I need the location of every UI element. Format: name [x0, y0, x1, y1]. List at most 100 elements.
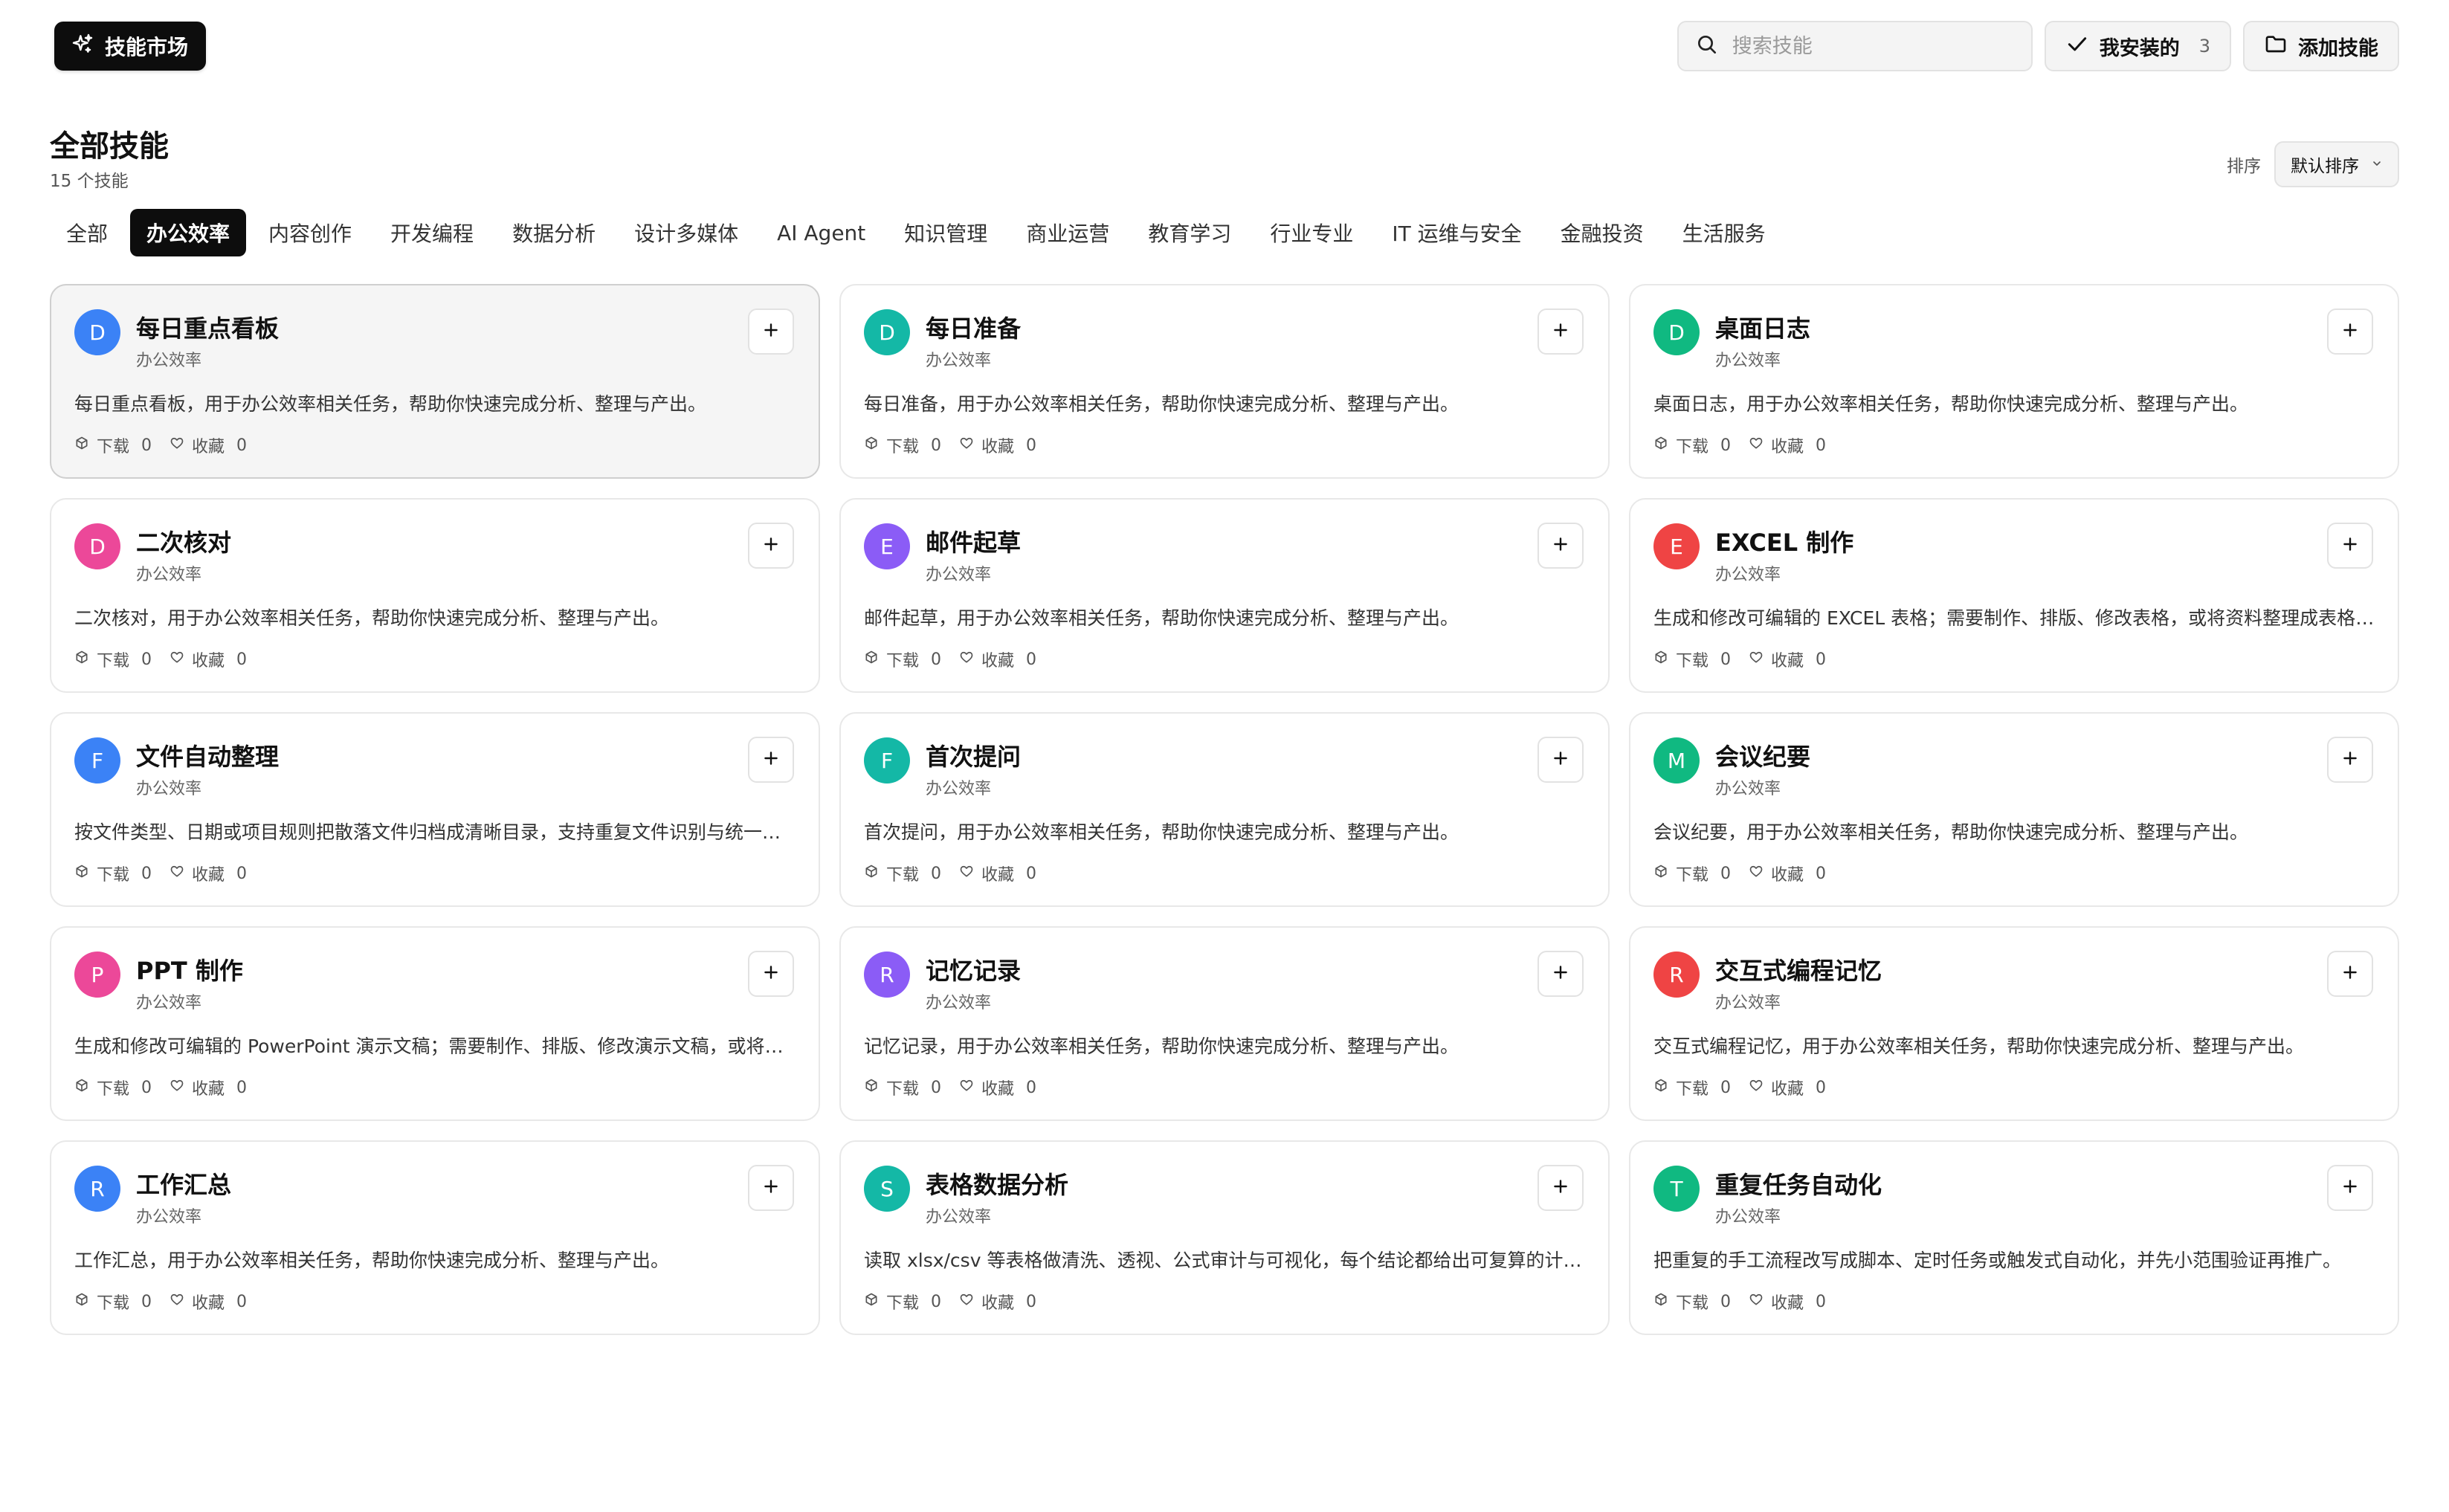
- skill-stats: 下载 0 收藏 0: [74, 862, 247, 885]
- sort-select[interactable]: 默认排序: [2274, 141, 2399, 187]
- my-installed-button[interactable]: 我安装的 3: [2044, 21, 2231, 71]
- plus-icon: [761, 963, 781, 985]
- skill-avatar: D: [864, 309, 910, 355]
- add-skill-card-button[interactable]: [2327, 308, 2373, 355]
- skill-category: 办公效率: [926, 566, 992, 584]
- download-label: 下载: [886, 866, 920, 885]
- add-skill-card-button[interactable]: [2327, 737, 2373, 783]
- download-stat: 下载 0: [74, 1076, 152, 1099]
- favorite-count: 0: [1026, 1078, 1037, 1097]
- skill-category: 办公效率: [1715, 994, 1781, 1012]
- plus-icon: [1551, 320, 1570, 343]
- package-icon: [1653, 1078, 1668, 1097]
- skill-card[interactable]: T 重复任务自动化 办公效率 把重复的手工流程改写成脚本、定时任务或触发式自动化，并先…: [1629, 1140, 2399, 1335]
- add-skill-card-button[interactable]: [748, 737, 794, 783]
- add-skill-card-button[interactable]: [748, 1165, 794, 1211]
- skill-card[interactable]: D 桌面日志 办公效率 桌面日志，用于办公效率相关任务，帮助你快速完成分析、整理与产出…: [1629, 284, 2399, 479]
- add-skill-card-button[interactable]: [2327, 523, 2373, 569]
- tab-10[interactable]: 行业专业: [1253, 209, 1369, 256]
- skill-card[interactable]: F 文件自动整理 办公效率 按文件类型、日期或项目规则把散落文件归档成清晰目录，支持重…: [50, 712, 820, 907]
- tab-11[interactable]: IT 运维与安全: [1375, 209, 1538, 256]
- tab-1[interactable]: 办公效率: [130, 209, 247, 256]
- add-skill-card-button[interactable]: [2327, 951, 2373, 997]
- add-skill-card-button[interactable]: [748, 951, 794, 997]
- package-icon: [1653, 436, 1668, 455]
- skill-card[interactable]: R 交互式编程记忆 办公效率 交互式编程记忆，用于办公效率相关任务，帮助你快速完成分析…: [1629, 926, 2399, 1121]
- tab-6[interactable]: AI Agent: [761, 209, 882, 256]
- skill-card[interactable]: D 每日重点看板 办公效率 每日重点看板，用于办公效率相关任务，帮助你快速完成分析、整…: [50, 284, 820, 479]
- skill-title: 每日准备: [926, 314, 1022, 343]
- favorite-label: 收藏: [192, 652, 225, 671]
- favorite-count: 0: [236, 864, 248, 883]
- heart-icon: [959, 1292, 974, 1311]
- skill-market-brand-button[interactable]: 技能市场: [54, 22, 207, 71]
- favorite-stat: 收藏 0: [170, 647, 247, 671]
- favorite-count: 0: [1026, 864, 1037, 883]
- add-skill-card-button[interactable]: [1538, 523, 1584, 569]
- heart-icon: [170, 1078, 184, 1097]
- skill-card[interactable]: D 每日准备 办公效率 每日准备，用于办公效率相关任务，帮助你快速完成分析、整理与产出…: [839, 284, 1610, 479]
- download-stat: 下载 0: [1653, 647, 1731, 671]
- tab-3[interactable]: 开发编程: [374, 209, 490, 256]
- skill-card[interactable]: D 二次核对 办公效率 二次核对，用于办公效率相关任务，帮助你快速完成分析、整理与产出…: [50, 498, 820, 693]
- skill-stats: 下载 0 收藏 0: [864, 433, 1036, 457]
- skill-title: 表格数据分析: [926, 1171, 1069, 1199]
- add-skill-card-button[interactable]: [2327, 1165, 2373, 1211]
- search-input[interactable]: [1730, 33, 2015, 59]
- download-stat: 下载 0: [1653, 433, 1731, 457]
- favorite-stat: 收藏 0: [1749, 862, 1826, 885]
- favorite-count: 0: [1026, 436, 1037, 455]
- favorite-count: 0: [1816, 864, 1827, 883]
- add-skill-button[interactable]: 添加技能: [2243, 21, 2399, 71]
- add-skill-card-button[interactable]: [748, 308, 794, 355]
- skill-card[interactable]: S 表格数据分析 办公效率 读取 xlsx/csv 等表格做清洗、透视、公式审计与可视…: [839, 1140, 1610, 1335]
- skill-avatar: S: [864, 1166, 910, 1212]
- skill-card[interactable]: R 工作汇总 办公效率 工作汇总，用于办公效率相关任务，帮助你快速完成分析、整理与产出…: [50, 1140, 820, 1335]
- skill-card[interactable]: P PPT 制作 办公效率 生成和修改可编辑的 PowerPoint 演示文稿；需要制…: [50, 926, 820, 1121]
- favorite-label: 收藏: [1771, 1080, 1804, 1099]
- skill-title: PPT 制作: [136, 957, 243, 985]
- download-label: 下载: [886, 438, 920, 456]
- add-skill-card-button[interactable]: [748, 523, 794, 569]
- skill-stats: 下载 0 收藏 0: [74, 647, 247, 671]
- skill-title: EXCEL 制作: [1715, 529, 1854, 557]
- tab-8[interactable]: 商业运营: [1010, 209, 1126, 256]
- skill-category: 办公效率: [136, 994, 202, 1012]
- search-box[interactable]: [1677, 21, 2033, 71]
- skill-description: 每日重点看板，用于办公效率相关任务，帮助你快速完成分析、整理与产出。: [74, 393, 707, 415]
- package-icon: [1653, 864, 1668, 883]
- favorite-stat: 收藏 0: [959, 1076, 1036, 1099]
- plus-icon: [761, 749, 781, 771]
- favorite-stat: 收藏 0: [1749, 647, 1826, 671]
- favorite-count: 0: [236, 1078, 248, 1097]
- favorite-label: 收藏: [192, 866, 225, 885]
- skill-card[interactable]: R 记忆记录 办公效率 记忆记录，用于办公效率相关任务，帮助你快速完成分析、整理与产出…: [839, 926, 1610, 1121]
- plus-icon: [2340, 749, 2360, 771]
- tab-4[interactable]: 数据分析: [496, 209, 612, 256]
- tab-0[interactable]: 全部: [50, 209, 124, 256]
- tab-5[interactable]: 设计多媒体: [618, 209, 755, 256]
- tab-2[interactable]: 内容创作: [252, 209, 368, 256]
- favorite-count: 0: [1026, 1292, 1037, 1311]
- skill-card[interactable]: E EXCEL 制作 办公效率 生成和修改可编辑的 EXCEL 表格；需要制作、排版、…: [1629, 498, 2399, 693]
- add-skill-card-button[interactable]: [1538, 308, 1584, 355]
- skill-category: 办公效率: [926, 994, 992, 1012]
- add-skill-card-button[interactable]: [1538, 1165, 1584, 1211]
- tab-12[interactable]: 金融投资: [1544, 209, 1660, 256]
- favorite-count: 0: [1026, 650, 1037, 669]
- tab-13[interactable]: 生活服务: [1666, 209, 1782, 256]
- favorite-label: 收藏: [1771, 652, 1804, 671]
- tab-7[interactable]: 知识管理: [888, 209, 1004, 256]
- skill-card[interactable]: F 首次提问 办公效率 首次提问，用于办公效率相关任务，帮助你快速完成分析、整理与产出…: [839, 712, 1610, 907]
- add-skill-card-button[interactable]: [1538, 737, 1584, 783]
- page-title: 全部技能: [50, 129, 169, 164]
- package-icon: [74, 1292, 89, 1311]
- favorite-label: 收藏: [981, 438, 1015, 456]
- tab-9[interactable]: 教育学习: [1132, 209, 1248, 256]
- favorite-stat: 收藏 0: [1749, 1076, 1826, 1099]
- skill-title: 二次核对: [136, 529, 232, 557]
- skill-description: 会议纪要，用于办公效率相关任务，帮助你快速完成分析、整理与产出。: [1653, 821, 2249, 843]
- skill-card[interactable]: E 邮件起草 办公效率 邮件起草，用于办公效率相关任务，帮助你快速完成分析、整理与产出…: [839, 498, 1610, 693]
- add-skill-card-button[interactable]: [1538, 951, 1584, 997]
- skill-card[interactable]: M 会议纪要 办公效率 会议纪要，用于办公效率相关任务，帮助你快速完成分析、整理与产出…: [1629, 712, 2399, 907]
